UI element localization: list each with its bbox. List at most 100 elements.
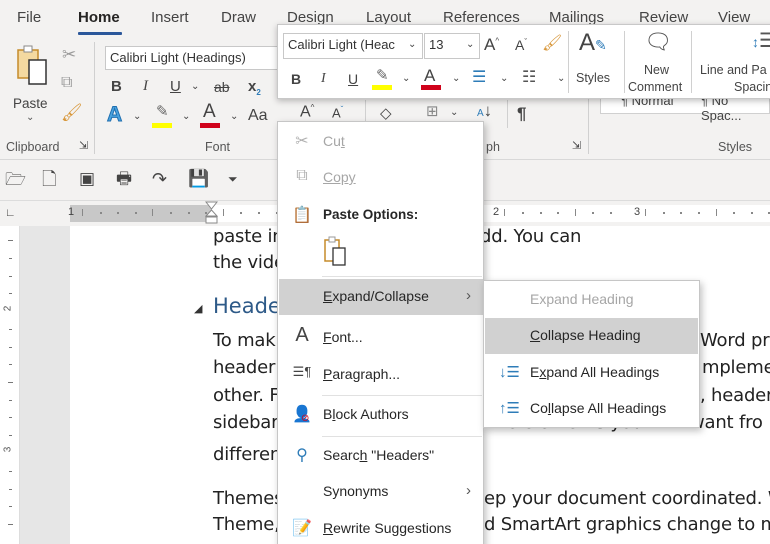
paste-dropdown-icon[interactable]: ⌄ [26, 112, 34, 123]
tab-selector-icon[interactable]: ∟ [5, 208, 16, 219]
show-formatting-marks-icon[interactable]: ¶ [517, 105, 526, 122]
mini-font-color-dropdown-icon[interactable]: ⌄ [452, 74, 460, 84]
line-paragraph-spacing-button[interactable]: ↕☰ Line and Pa Spacin [696, 29, 770, 95]
print-preview-icon[interactable]: 🖶 [116, 170, 132, 187]
clipboard-launcher-icon[interactable]: ⇲ [79, 141, 88, 152]
doc-line: sidebar [213, 412, 279, 433]
menu-item-cut[interactable]: ✂ Cut [279, 124, 483, 160]
shrink-font-icon[interactable]: Aˇ [332, 106, 343, 120]
vertical-ruler[interactable]: 2 3 [0, 226, 20, 544]
highlight-color-button[interactable]: ✎ [152, 104, 174, 130]
change-case-button[interactable]: Aa [248, 108, 268, 124]
underline-dropdown-icon[interactable]: ⌄ [191, 82, 199, 92]
ruler-tick [187, 212, 190, 214]
sort-icon[interactable]: A↓ [477, 102, 492, 119]
menu-item-synonyms[interactable]: Synonyms › [279, 474, 483, 510]
strikethrough-icon[interactable]: ab [214, 80, 230, 94]
mini-underline-icon[interactable]: U [348, 72, 358, 86]
submenu-item-expand-all-headings[interactable]: ↓☰ Expand All Headings [485, 355, 698, 391]
submenu-item-collapse-heading[interactable]: Collapse Heading [485, 318, 698, 354]
mini-italic-icon[interactable]: I [321, 72, 326, 86]
menu-item-copy[interactable]: ⧉ Copy [279, 160, 483, 196]
subscript-icon[interactable]: x2 [248, 79, 261, 97]
redo-icon[interactable]: ↷ [152, 170, 167, 188]
mini-format-painter-icon[interactable]: 🖌 [542, 36, 562, 52]
line-spacing-label-2: Spacin [734, 80, 770, 94]
numbering-icon[interactable]: ☷ [522, 70, 536, 86]
underline-icon[interactable]: U [170, 79, 181, 94]
font-name-dropdown-icon[interactable]: ⌄ [408, 40, 417, 50]
menu-item-search[interactable]: ⚲ Search "Headers" [279, 438, 483, 474]
bold-icon[interactable]: B [111, 79, 122, 94]
mini-font-color-button[interactable]: A [421, 67, 443, 93]
mini-font-color-swatch [421, 85, 441, 90]
paste-keep-source-formatting-button[interactable] [322, 235, 352, 269]
tab-file[interactable]: File [17, 9, 41, 26]
paste-button[interactable]: Paste ⌄ [8, 44, 54, 124]
submenu-item-expand-heading[interactable]: Expand Heading [485, 282, 698, 318]
open-folder-icon[interactable]: 🗁 [5, 171, 26, 188]
format-painter-icon[interactable]: 🖌 [61, 104, 83, 121]
text-effects-dropdown-icon[interactable]: ⌄ [133, 112, 141, 122]
grow-font-icon[interactable]: A^ [300, 104, 314, 120]
font-color-dropdown-icon[interactable]: ⌄ [230, 112, 238, 122]
submenu-item-collapse-all-headings[interactable]: ↑☰ Collapse All Headings [485, 391, 698, 427]
access-key: R [323, 520, 334, 536]
text-effects-icon[interactable]: A [106, 104, 122, 126]
mini-highlight-button[interactable]: ✎ [372, 68, 394, 92]
menu-item-font[interactable]: A Font... [279, 320, 483, 356]
word-window: File Home Insert Draw Design Layout Refe… [0, 0, 770, 544]
tab-insert[interactable]: Insert [151, 9, 189, 26]
shading-icon[interactable]: ◇ [380, 106, 392, 121]
mini-grow-font-icon[interactable]: A^ [484, 36, 499, 53]
new-document-icon[interactable]: 🗋 [42, 170, 56, 188]
menu-item-label: Expand/Collapse [323, 288, 429, 304]
italic-icon[interactable]: I [143, 79, 148, 94]
borders-icon[interactable]: ⊞ [426, 104, 439, 119]
bullets-dropdown-icon[interactable]: ⌄ [500, 74, 508, 84]
highlighter-icon: ✎ [156, 103, 169, 120]
styles-icon: A✎ [579, 29, 607, 56]
numbering-dropdown-icon[interactable]: ⌄ [557, 74, 565, 84]
tab-home[interactable]: Home [78, 9, 120, 26]
highlight-dropdown-icon[interactable]: ⌄ [182, 112, 190, 122]
menu-item-label: Synonyms [323, 483, 389, 499]
font-color-button[interactable]: A [200, 102, 222, 130]
ruler-number: 1 [68, 206, 75, 218]
new-comment-label-1: New [644, 63, 670, 77]
menu-item-rewrite-suggestions[interactable]: 📝 Rewrite Suggestions [279, 511, 483, 544]
ruler-tick [715, 209, 717, 216]
active-tab-indicator [78, 32, 122, 35]
mini-bold-icon[interactable]: B [291, 72, 301, 86]
mini-shrink-font-icon[interactable]: Aˇ [515, 38, 527, 52]
access-key: l [547, 400, 552, 416]
customize-toolbar-icon[interactable]: ⏷ [228, 173, 238, 185]
mini-highlight-dropdown-icon[interactable]: ⌄ [402, 74, 410, 84]
mini-font-color-icon: A [424, 66, 436, 85]
font-size-dropdown-icon[interactable]: ⌄ [466, 40, 474, 50]
mini-styles-button[interactable]: A✎ Styles [571, 29, 621, 95]
access-key: x [539, 364, 547, 380]
menu-item-block-authors[interactable]: 👤 ⊘ Block Authors [279, 397, 483, 433]
ruler-tick [240, 212, 243, 214]
paragraph-launcher-icon[interactable]: ⇲ [572, 141, 581, 152]
tab-draw[interactable]: Draw [221, 9, 256, 26]
indent-marker-icon[interactable] [205, 201, 218, 225]
font-color-swatch [200, 123, 220, 128]
save-sync-icon[interactable]: 💾 [188, 170, 209, 187]
menu-item-expand-collapse[interactable]: Expand/Collapse › [279, 279, 483, 315]
bullets-icon[interactable]: ☰ [472, 70, 486, 86]
borders-dropdown-icon[interactable]: ⌄ [450, 108, 458, 118]
font-name-box[interactable]: Calibri Light (Headings) [105, 46, 285, 70]
expand-collapse-submenu: Expand Heading Collapse Heading ↓☰ Expan… [483, 280, 700, 428]
contact-card-icon[interactable]: ▣ [79, 170, 95, 187]
ruler-margin [70, 205, 211, 222]
mini-font-name-box[interactable]: Calibri Light (Heac [283, 33, 423, 59]
copy-icon[interactable]: ⧉ [61, 75, 72, 91]
menu-item-paragraph[interactable]: ☰¶ Paragraph... [279, 357, 483, 393]
cut-icon[interactable]: ✂ [62, 46, 76, 63]
menu-separator [322, 395, 482, 396]
collapse-triangle-icon[interactable]: ◢ [194, 302, 202, 315]
new-comment-button[interactable]: 🗨 New Comment [626, 29, 686, 95]
mini-highlight-swatch [372, 85, 392, 90]
